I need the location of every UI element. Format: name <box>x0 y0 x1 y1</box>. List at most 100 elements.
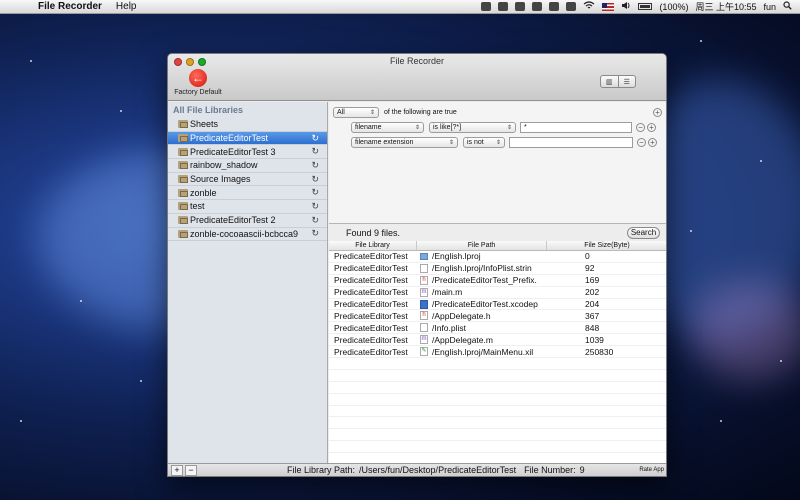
add-row-button[interactable]: + <box>653 107 662 117</box>
add-row-button[interactable]: + <box>648 137 657 147</box>
sidebar-item-label: test <box>190 201 205 212</box>
remove-row-button[interactable]: − <box>637 137 646 147</box>
library-path-value: /Users/fun/Desktop/PredicateEditorTest <box>359 465 517 475</box>
table-row[interactable]: PredicateEditorTest m/main.m 202 <box>329 287 666 299</box>
back-arrow-icon: ← <box>189 69 207 87</box>
value-input[interactable] <box>509 136 633 148</box>
table-row[interactable]: PredicateEditorTest /Info.plist 848 <box>329 322 666 335</box>
sidebar-item-rainbow-shadow[interactable]: rainbow_shadow ↻ <box>168 159 327 173</box>
refresh-icon[interactable]: ↻ <box>311 201 319 212</box>
folder-icon <box>420 252 428 260</box>
results-table[interactable]: File Library File Path File Size(Byte) P… <box>329 241 666 476</box>
source-file-icon: m <box>420 335 428 345</box>
table-row[interactable]: PredicateEditorTest m/AppDelegate.m 1039 <box>329 334 666 347</box>
list-view-icon[interactable]: ☰ <box>619 76 636 87</box>
search-bar: Found 9 files. Search <box>329 225 666 241</box>
sidebar-item-predicateeditortest[interactable]: PredicateEditorTest ↻ <box>168 131 327 146</box>
field-popup[interactable]: filename ⇕ <box>351 121 424 133</box>
cell-library: PredicateEditorTest <box>334 263 408 274</box>
factory-default-button[interactable]: ← Factory Default <box>172 69 224 96</box>
refresh-icon[interactable]: ↻ <box>311 160 319 171</box>
value-input[interactable]: * <box>520 121 632 133</box>
sidebar-item-test[interactable]: test ↻ <box>168 200 327 214</box>
search-button[interactable]: Search <box>627 227 660 239</box>
bluetooth-icon[interactable] <box>566 2 577 11</box>
table-row[interactable]: PredicateEditorTest /PredicateEditorTest… <box>329 299 666 311</box>
file-number-label: File Number: <box>524 465 576 475</box>
cell-path: /main.m <box>432 287 463 298</box>
sidebar-item-zonble-cocoaascii[interactable]: zonble-cocoaascii-bcbcca9 ↻ <box>168 228 327 242</box>
cell-path: /AppDelegate.m <box>432 334 493 345</box>
column-header-library[interactable]: File Library <box>329 241 417 250</box>
time-machine-icon[interactable] <box>549 2 560 11</box>
cell-path: /PredicateEditorTest.xcodep <box>432 299 538 309</box>
scope-popup[interactable]: All ⇕ <box>333 106 379 118</box>
window-title: File Recorder <box>389 56 445 66</box>
column-header-size[interactable]: File Size(Byte) <box>547 241 666 250</box>
columns-view-icon[interactable]: ▥ <box>601 76 619 87</box>
sidebar-item-predicateeditortest-2[interactable]: PredicateEditorTest 2 ↻ <box>168 214 327 228</box>
remove-library-button[interactable]: − <box>185 464 197 476</box>
rate-app-link[interactable]: Rate App <box>639 467 664 473</box>
refresh-icon[interactable]: ↻ <box>311 174 319 185</box>
input-source-flag-icon[interactable] <box>602 2 615 11</box>
field-value: filename <box>355 123 382 131</box>
sidebar-item-label: PredicateEditorTest 3 <box>190 146 276 157</box>
add-row-button[interactable]: + <box>647 122 656 132</box>
user-name[interactable]: fun <box>763 2 776 12</box>
volume-icon[interactable] <box>621 1 631 12</box>
header-file-icon: h <box>420 311 428 321</box>
table-row[interactable]: PredicateEditorTest ✎ /English.lproj/Main… <box>329 346 666 359</box>
operator-popup[interactable]: is like[?*] ⇕ <box>429 121 516 133</box>
predicate-editor: All ⇕ of the following are true + filena… <box>329 102 666 224</box>
library-folder-icon <box>178 120 188 129</box>
cell-size: 367 <box>585 310 600 321</box>
cell-path: /AppDelegate.h <box>432 310 491 321</box>
sidebar-item-sheets[interactable]: Sheets <box>168 118 327 132</box>
clock[interactable]: 周三 上午10:55 <box>695 0 756 13</box>
status-app-icon[interactable] <box>481 2 492 11</box>
chevron-updown-icon: ⇕ <box>495 139 501 146</box>
chevron-updown-icon: ⇕ <box>448 139 454 146</box>
field-popup[interactable]: filename extension ⇕ <box>351 136 458 148</box>
remove-row-button[interactable]: − <box>636 122 645 132</box>
spotlight-icon[interactable] <box>783 1 792 12</box>
scope-suffix-label: of the following are true <box>384 108 457 116</box>
refresh-icon[interactable]: ↻ <box>311 187 319 198</box>
battery-icon[interactable] <box>638 3 653 10</box>
lock-icon[interactable] <box>532 2 543 11</box>
cell-path: /PredicateEditorTest_Prefix. <box>432 275 537 286</box>
status-app-icon[interactable] <box>498 2 509 11</box>
library-folder-icon <box>178 147 188 156</box>
sidebar-item-predicateeditortest-3[interactable]: PredicateEditorTest 3 ↻ <box>168 145 327 160</box>
cell-library: PredicateEditorTest <box>334 346 408 357</box>
table-row[interactable]: PredicateEditorTest h/PredicateEditorTes… <box>329 275 666 287</box>
refresh-icon[interactable]: ↻ <box>311 146 319 157</box>
sidebar-item-zonble[interactable]: zonble ↻ <box>168 186 327 201</box>
operator-value: is like[?*] <box>433 123 462 131</box>
window-toolbar: File Recorder ← Factory Default ▥ ☰ <box>168 54 666 101</box>
sidebar-item-label: zonble <box>190 187 217 198</box>
cell-path: /Info.plist <box>432 322 467 333</box>
empty-rows <box>329 358 666 476</box>
chevron-updown-icon: ⇕ <box>369 109 375 116</box>
cell-library: PredicateEditorTest <box>334 287 408 298</box>
status-app-icon[interactable] <box>515 2 526 11</box>
menu-help[interactable]: Help <box>116 1 137 12</box>
cell-library: PredicateEditorTest <box>334 251 408 262</box>
sidebar-item-source-images[interactable]: Source Images ↻ <box>168 173 327 187</box>
cell-library: PredicateEditorTest <box>334 310 408 321</box>
column-header-path[interactable]: File Path <box>417 241 547 250</box>
menu-app-name[interactable]: File Recorder <box>38 1 102 12</box>
refresh-icon[interactable]: ↻ <box>311 228 319 239</box>
table-row[interactable]: PredicateEditorTest h/AppDelegate.h 367 <box>329 310 666 323</box>
add-library-button[interactable]: + <box>171 464 183 476</box>
wifi-icon[interactable] <box>583 1 595 12</box>
operator-popup[interactable]: is not ⇕ <box>463 136 505 148</box>
view-mode-toggle[interactable]: ▥ ☰ <box>600 75 636 88</box>
refresh-icon[interactable]: ↻ <box>311 215 319 226</box>
cell-size: 848 <box>585 322 600 333</box>
table-row[interactable]: PredicateEditorTest /English.lproj 0 <box>329 251 666 263</box>
table-row[interactable]: PredicateEditorTest /English.lproj/InfoP… <box>329 263 666 275</box>
refresh-icon[interactable]: ↻ <box>311 133 319 144</box>
